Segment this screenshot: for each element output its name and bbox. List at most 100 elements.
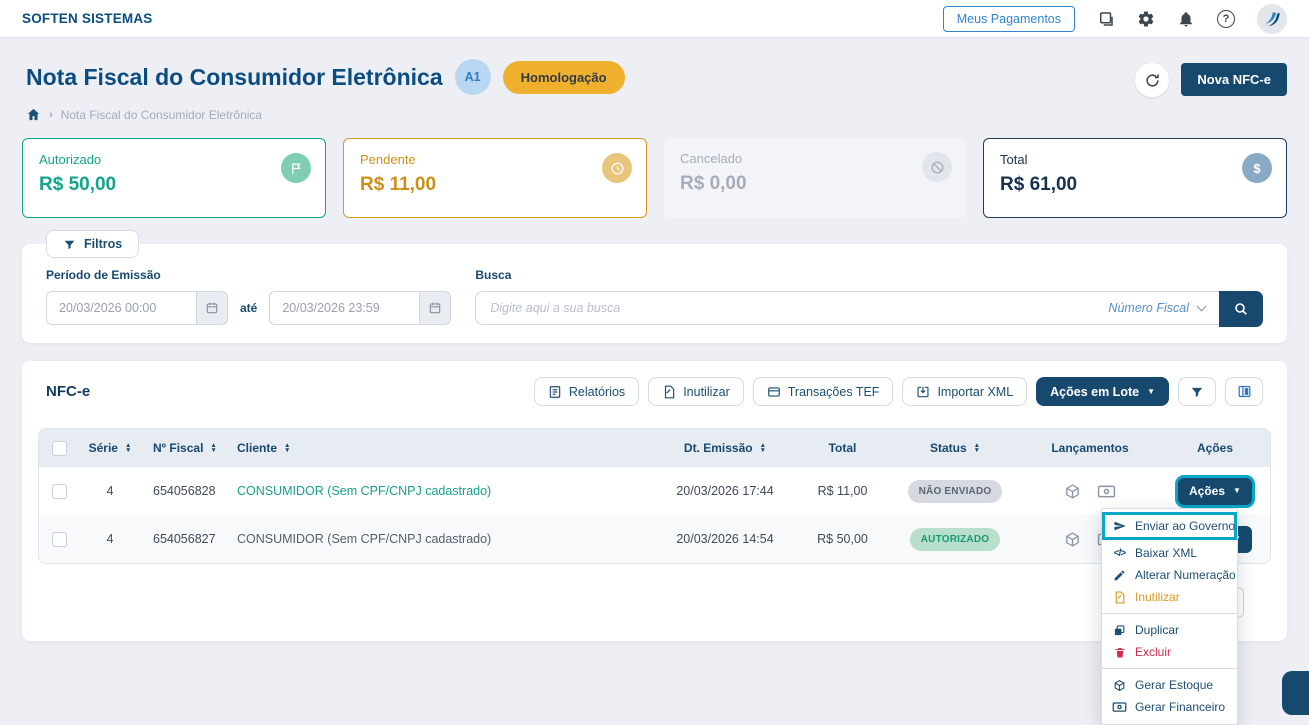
clock-icon [602,153,632,183]
filtros-toggle-button[interactable]: Filtros [46,230,139,258]
status-badge: NÃO ENVIADO [908,480,1003,503]
row-emissao: 20/03/2026 17:44 [655,484,795,498]
meus-pagamentos-button[interactable]: Meus Pagamentos [943,6,1075,32]
calendar-icon[interactable] [196,291,228,325]
col-emissao[interactable]: Dt. Emissão ▲▼ [655,441,795,455]
date-from-input[interactable] [46,291,196,325]
transacoes-tef-label: Transações TEF [788,385,880,399]
estoque-cube-icon[interactable] [1064,483,1081,500]
dollar-icon: $ [1242,153,1272,183]
financeiro-cash-icon[interactable] [1097,484,1116,499]
row-serie: 4 [79,484,141,498]
flag-icon [281,153,311,183]
search-input[interactable] [476,292,1094,324]
menu-item-inutilizar[interactable]: Inutilizar [1102,586,1237,608]
send-icon [1112,519,1127,533]
status-badge: AUTORIZADO [910,528,1000,551]
relatorios-button[interactable]: Relatórios [534,377,639,406]
acoes-em-lote-button[interactable]: Ações em Lote ▼ [1036,377,1169,406]
avatar[interactable] [1257,4,1287,34]
menu-item-excluir[interactable]: Excluir [1102,641,1237,663]
breadcrumb-separator: › [49,109,53,121]
select-all-checkbox[interactable] [52,441,67,456]
nfce-panel: NFC-e Relatórios Inutilizar Transações T… [22,361,1287,641]
nova-nfce-button[interactable]: Nova NFC-e [1181,63,1287,96]
sort-icon: ▲▼ [284,443,290,453]
date-to-input[interactable] [269,291,419,325]
search-label: Busca [475,268,1263,282]
table-row: 4 654056828 CONSUMIDOR (Sem CPF/CNPJ cad… [39,467,1270,515]
inutilizar-button[interactable]: Inutilizar [648,377,744,406]
floating-support-button[interactable] [1282,671,1309,715]
card-autorizado-value: R$ 50,00 [39,174,309,196]
code-icon: </> [1112,548,1127,559]
row-cliente[interactable]: CONSUMIDOR (Sem CPF/CNPJ cadastrado) [237,532,491,546]
card-pendente[interactable]: Pendente R$ 11,00 [343,138,647,218]
pencil-icon [1112,569,1127,582]
card-total-label: Total [1000,152,1270,167]
row-acoes-button[interactable]: Ações ▼ [1178,478,1252,505]
menu-divider [1102,668,1237,669]
card-total-value: R$ 61,00 [1000,174,1270,196]
refresh-button[interactable] [1135,63,1169,97]
help-icon[interactable]: ? [1217,10,1235,28]
search-type-select[interactable]: Número Fiscal [1094,292,1219,324]
menu-item-duplicar[interactable]: Duplicar [1102,619,1237,641]
certificate-a1-badge: A1 [455,59,491,95]
estoque-cube-icon [1112,679,1127,692]
row-checkbox[interactable] [52,532,67,547]
breadcrumb: › Nota Fiscal do Consumidor Eletrônica [26,107,625,122]
chevron-down-icon [1197,301,1207,311]
menu-item-alterar-numeracao[interactable]: Alterar Numeração [1102,564,1237,586]
document-slash-icon [1112,591,1127,604]
menu-item-enviar-governo[interactable]: Enviar ao Governo [1102,512,1237,540]
chevron-down-icon: ▼ [1233,487,1241,495]
row-checkbox[interactable] [52,484,67,499]
row-cliente-link[interactable]: CONSUMIDOR (Sem CPF/CNPJ cadastrado) [237,484,491,498]
financeiro-cash-icon [1112,701,1127,713]
col-acoes: Ações [1160,441,1270,455]
inutilizar-label: Inutilizar [683,385,730,399]
col-cliente[interactable]: Cliente ▲▼ [231,441,655,455]
row-fiscal: 654056828 [141,484,231,498]
until-label: até [240,301,257,315]
menu-item-baixar-xml[interactable]: </> Baixar XML [1102,542,1237,564]
estoque-cube-icon[interactable] [1064,531,1081,548]
section-title: NFC-e [46,383,90,400]
page-title: Nota Fiscal do Consumidor Eletrônica [26,64,443,91]
topbar: SOFTEN SISTEMAS Meus Pagamentos ? [0,0,1309,37]
transacoes-tef-button[interactable]: Transações TEF [753,377,894,406]
col-fiscal[interactable]: Nº Fiscal ▲▼ [141,441,231,455]
trash-icon [1112,646,1127,659]
filters-panel: Filtros Período de Emissão até [22,244,1287,343]
menu-item-gerar-financeiro[interactable]: Gerar Financeiro [1102,696,1237,718]
menu-divider [1102,613,1237,614]
col-serie[interactable]: Série ▲▼ [79,441,141,455]
gear-icon[interactable] [1137,10,1155,28]
card-cancelado[interactable]: Cancelado R$ 0,00 [664,138,966,218]
menu-item-gerar-estoque[interactable]: Gerar Estoque [1102,674,1237,696]
acoes-em-lote-label: Ações em Lote [1050,385,1139,399]
row-total: R$ 11,00 [795,484,890,498]
card-pendente-label: Pendente [360,152,630,167]
table-filter-button[interactable] [1178,377,1216,406]
importar-xml-button[interactable]: Importar XML [902,377,1027,406]
windows-layers-icon[interactable] [1097,10,1115,28]
bell-icon[interactable] [1177,10,1195,28]
card-autorizado-label: Autorizado [39,152,309,167]
row-total: R$ 50,00 [795,532,890,546]
home-icon[interactable] [26,107,41,122]
calendar-icon[interactable] [419,291,451,325]
card-pendente-value: R$ 11,00 [360,174,630,196]
columns-button[interactable] [1225,377,1263,406]
search-button[interactable] [1219,291,1263,327]
importar-xml-label: Importar XML [937,385,1013,399]
environment-badge: Homologação [503,61,625,94]
card-autorizado[interactable]: Autorizado R$ 50,00 [22,138,326,218]
col-status[interactable]: Status ▲▼ [890,441,1020,455]
card-cancelado-value: R$ 0,00 [680,173,950,195]
table-row: 4 654056827 CONSUMIDOR (Sem CPF/CNPJ cad… [39,515,1270,563]
row-serie: 4 [79,532,141,546]
search-type-value: Número Fiscal [1108,301,1189,315]
card-total[interactable]: Total R$ 61,00 $ [983,138,1287,218]
